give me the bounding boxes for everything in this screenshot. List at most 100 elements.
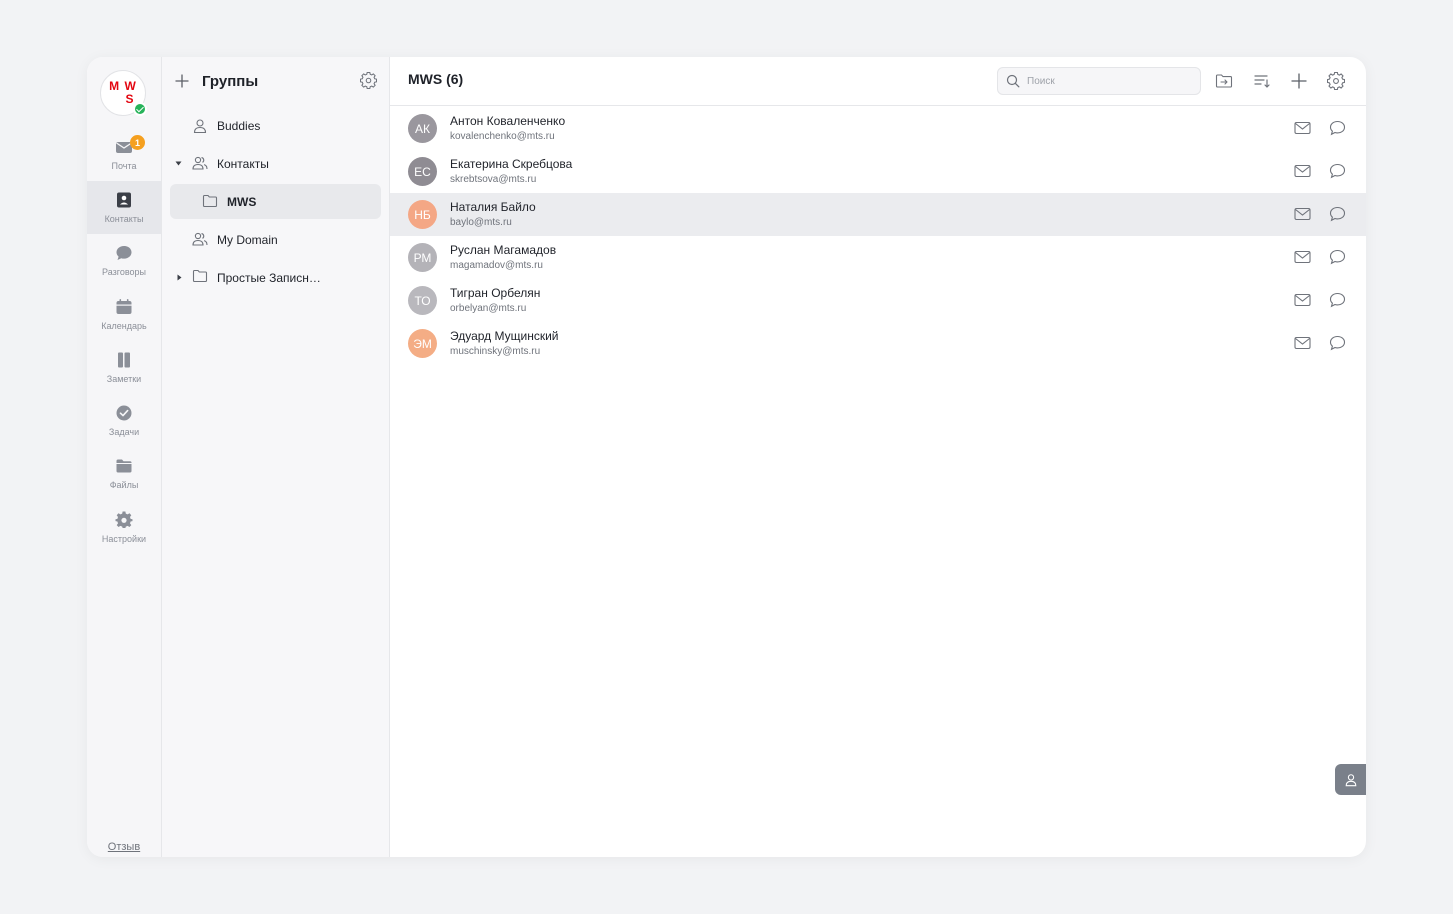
contact-name: Руслан Магамадов [450,243,557,257]
nav-label-contacts: Контакты [104,214,144,224]
table-row[interactable]: ЕС Екатерина Скребцова skrebtsova@mts.ru [390,150,1366,193]
send-mail-icon[interactable] [1294,336,1311,350]
table-row[interactable]: ТО Тигран Орбелян orbelyan@mts.ru [390,279,1366,322]
nav-label-notes: Заметки [106,374,142,384]
table-row[interactable]: НБ Наталия Байло baylo@mts.ru [390,193,1366,236]
group-item-contacts[interactable]: Контакты [170,146,381,181]
start-chat-icon[interactable] [1329,206,1346,222]
nav-item-files[interactable]: Файлы [87,447,161,500]
table-row[interactable]: РМ Руслан Магамадов magamadov@mts.ru [390,236,1366,279]
people-icon [192,232,208,246]
start-chat-icon[interactable] [1329,120,1346,136]
folder-icon [202,194,218,208]
group-label-my-domain: My Domain [217,232,278,247]
contact-email: muschinsky@mts.ru [450,346,541,357]
mail-unread-badge: 1 [130,135,145,150]
feedback-link[interactable]: Отзыв [87,841,161,853]
nav-item-tasks[interactable]: Задачи [87,394,161,447]
tasks-icon [116,405,132,421]
send-mail-icon[interactable] [1294,207,1311,221]
main-header: MWS (6) [390,57,1366,106]
nav-label-mail: Почта [111,161,137,171]
person-icon [1345,773,1356,786]
contact-name: Эдуард Мущинский [450,329,559,343]
group-item-buddies[interactable]: Buddies [170,108,381,143]
group-label-contacts: Контакты [217,156,269,171]
group-item-simple-notebooks[interactable]: Простые Записн… [170,260,381,295]
page-title: MWS (6) [408,71,464,87]
app-window: M WS 1 Почта Контакты Разговоры Календар… [87,57,1366,857]
sort-icon[interactable] [1253,72,1271,90]
contacts-icon [117,192,131,208]
move-to-folder-icon[interactable] [1215,72,1233,90]
add-contact-icon[interactable] [1290,72,1308,90]
table-row[interactable]: АК Антон Коваленченко kovalenchenko@mts.ru [390,107,1366,150]
nav-item-notes[interactable]: Заметки [87,341,161,394]
group-item-mws[interactable]: MWS [170,184,381,219]
groups-header: Группы [162,57,389,105]
contact-name: Антон Коваленченко [450,114,566,128]
settings-icon[interactable] [1327,72,1345,90]
start-chat-icon[interactable] [1329,249,1346,265]
nav-label-files: Файлы [109,480,139,490]
groups-title: Группы [202,72,259,90]
nav-item-mail[interactable]: 1 Почта [87,128,161,181]
profile-panel-toggle[interactable] [1335,764,1366,795]
table-row[interactable]: ЭМ Эдуард Мущинский muschinsky@mts.ru [390,322,1366,365]
contact-email: baylo@mts.ru [450,217,512,228]
avatar: ЕС [408,157,437,186]
nav-label-calendar: Календарь [101,321,147,331]
contact-email: magamadov@mts.ru [450,260,543,271]
nav-item-chats[interactable]: Разговоры [87,234,161,287]
contact-name: Тигран Орбелян [450,286,541,300]
mws-logo[interactable]: M WS [100,70,147,116]
search-input[interactable] [1027,75,1187,87]
avatar: РМ [408,243,437,272]
send-mail-icon[interactable] [1294,121,1311,135]
search-icon [1006,74,1020,88]
nav-label-chats: Разговоры [102,267,146,277]
group-item-my-domain[interactable]: My Domain [170,222,381,257]
settings-icon [115,511,133,528]
nav-item-contacts[interactable]: Контакты [87,181,161,234]
contact-name: Наталия Байло [450,200,536,214]
search-box[interactable] [997,67,1201,95]
nav-label-tasks: Задачи [108,427,140,437]
start-chat-icon[interactable] [1329,335,1346,351]
groups-settings-icon[interactable] [360,72,377,89]
nav-item-calendar[interactable]: Календарь [87,288,161,341]
add-group-icon[interactable] [175,74,189,88]
folder-icon [192,269,208,283]
files-icon [116,459,132,473]
avatar: ТО [408,286,437,315]
notes-icon [118,352,130,368]
avatar: ЭМ [408,329,437,358]
send-mail-icon[interactable] [1294,250,1311,264]
contact-email: orbelyan@mts.ru [450,303,527,314]
group-label-mws: MWS [227,194,257,209]
contacts-main: MWS (6) Поиск АК Антон Коваленченко kova… [390,57,1366,857]
send-mail-icon[interactable] [1294,164,1311,178]
caret-right-icon[interactable] [176,274,183,281]
nav-item-settings[interactable]: Настройки [87,501,161,554]
nav-rail: M WS 1 Почта Контакты Разговоры Календар… [87,57,162,857]
online-status-icon [133,102,147,116]
start-chat-icon[interactable] [1329,292,1346,308]
send-mail-icon[interactable] [1294,293,1311,307]
logo-text: M WS [109,79,137,106]
chat-icon [116,246,132,260]
group-label-buddies: Buddies [217,118,261,133]
contact-name: Екатерина Скребцова [450,157,573,171]
start-chat-icon[interactable] [1329,163,1346,179]
person-icon [193,119,207,134]
contact-email: kovalenchenko@mts.ru [450,131,555,142]
contact-email: skrebtsova@mts.ru [450,174,537,185]
calendar-icon [116,299,132,314]
avatar: НБ [408,200,437,229]
group-label-simple-notebooks: Простые Записн… [217,270,321,285]
avatar: АК [408,114,437,143]
nav-label-settings: Настройки [101,534,147,544]
caret-down-icon[interactable] [175,160,182,167]
people-icon [192,156,208,170]
groups-panel: Группы Buddies Контакты MWS My Domain Пр… [162,57,390,857]
